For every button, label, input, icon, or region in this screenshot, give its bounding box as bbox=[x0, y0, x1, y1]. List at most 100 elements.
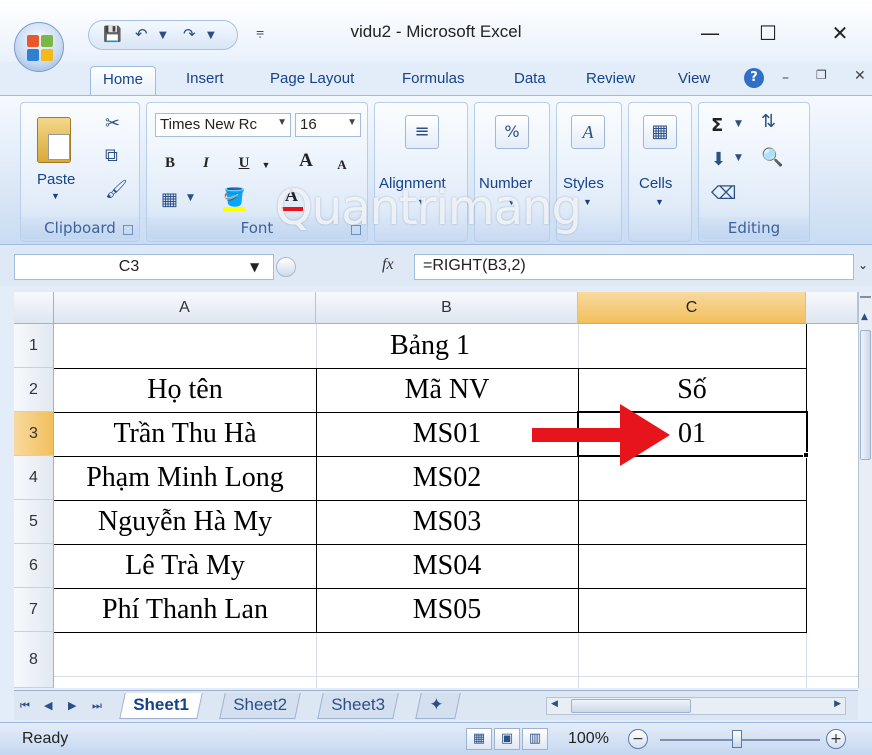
zoom-level[interactable]: 100% bbox=[568, 730, 609, 748]
formula-bar-handle-icon[interactable] bbox=[276, 257, 296, 277]
minimize-button[interactable]: — bbox=[690, 18, 730, 48]
zoom-out-icon[interactable]: − bbox=[628, 729, 648, 749]
ribbon-restore-icon[interactable]: ❐ bbox=[816, 68, 827, 82]
cell-b6[interactable]: MS04 bbox=[316, 544, 578, 588]
clear-icon[interactable]: ⌫ bbox=[711, 183, 736, 204]
horizontal-scroll-thumb[interactable] bbox=[571, 699, 691, 713]
zoom-slider-thumb[interactable] bbox=[732, 730, 742, 748]
scroll-up-icon[interactable]: ▲ bbox=[861, 312, 868, 322]
worksheet-grid[interactable]: A B C 1 2 3 4 5 6 7 8 Bảng 1 Họ tên Mã N… bbox=[14, 292, 858, 688]
row-header-5[interactable]: 5 bbox=[14, 500, 54, 544]
font-launcher-icon[interactable] bbox=[351, 225, 361, 235]
scroll-right-icon[interactable]: ▶ bbox=[834, 699, 841, 709]
cut-icon[interactable]: ✂ bbox=[105, 113, 120, 134]
row-header-7[interactable]: 7 bbox=[14, 588, 54, 632]
ribbon-minimize-icon[interactable]: – bbox=[782, 70, 789, 86]
column-header-a[interactable]: A bbox=[54, 292, 316, 324]
styles-button[interactable]: Styles bbox=[563, 175, 604, 192]
row-header-6[interactable]: 6 bbox=[14, 544, 54, 588]
close-button[interactable]: ✕ bbox=[820, 18, 860, 48]
cell-a3[interactable]: Trần Thu Hà bbox=[54, 412, 316, 456]
paste-icon[interactable] bbox=[37, 117, 71, 163]
prev-sheet-icon[interactable]: ◀ bbox=[44, 699, 52, 712]
fill-color-icon[interactable]: 🪣 bbox=[223, 187, 245, 208]
cell-a6[interactable]: Lê Trà My bbox=[54, 544, 316, 588]
alignment-dropdown-icon[interactable]: ▼ bbox=[417, 197, 426, 207]
vertical-scroll-thumb[interactable] bbox=[860, 330, 871, 460]
tab-page-layout[interactable]: Page Layout bbox=[270, 70, 354, 96]
row-header-8[interactable]: 8 bbox=[14, 632, 54, 688]
cell-b5[interactable]: MS03 bbox=[316, 500, 578, 544]
cells-button[interactable]: Cells bbox=[639, 175, 672, 192]
cell-a5[interactable]: Nguyễn Hà My bbox=[54, 500, 316, 544]
bold-button[interactable]: B bbox=[157, 151, 183, 175]
cells-dropdown-icon[interactable]: ▼ bbox=[655, 197, 664, 207]
zoom-in-icon[interactable]: + bbox=[826, 729, 846, 749]
font-name-combo[interactable]: Times New Rc ▼ bbox=[155, 113, 291, 137]
number-button[interactable]: Number bbox=[479, 175, 532, 192]
split-box-icon[interactable] bbox=[860, 296, 871, 310]
alignment-icon[interactable]: ≡ bbox=[405, 115, 439, 149]
autosum-dropdown-icon[interactable]: ▼ bbox=[735, 119, 742, 129]
paste-dropdown-icon[interactable]: ▼ bbox=[51, 191, 60, 201]
fill-handle[interactable] bbox=[803, 452, 809, 458]
insert-function-icon[interactable]: fx bbox=[382, 256, 394, 274]
cell-c6[interactable] bbox=[578, 544, 806, 588]
cell-a4[interactable]: Phạm Minh Long bbox=[54, 456, 316, 500]
column-header-b[interactable]: B bbox=[316, 292, 578, 324]
horizontal-scrollbar[interactable]: ◀ ▶ bbox=[546, 697, 846, 715]
tab-view[interactable]: View bbox=[678, 70, 710, 96]
shrink-font-button[interactable]: A bbox=[329, 153, 355, 177]
next-sheet-icon[interactable]: ▶ bbox=[68, 699, 76, 712]
column-header-c[interactable]: C bbox=[578, 292, 806, 324]
page-break-view-icon[interactable]: ▥ bbox=[522, 728, 548, 750]
styles-dropdown-icon[interactable]: ▼ bbox=[583, 197, 592, 207]
borders-dropdown-icon[interactable]: ▼ bbox=[187, 193, 194, 203]
name-box[interactable]: C3 bbox=[14, 254, 274, 280]
fill-dropdown-icon[interactable]: ▼ bbox=[735, 153, 742, 163]
sheet-tab-sheet2[interactable]: Sheet2 bbox=[219, 693, 301, 719]
number-dropdown-icon[interactable]: ▼ bbox=[507, 197, 516, 207]
page-layout-view-icon[interactable]: ▣ bbox=[494, 728, 520, 750]
normal-view-icon[interactable]: ▦ bbox=[466, 728, 492, 750]
clipboard-launcher-icon[interactable] bbox=[123, 225, 133, 235]
maximize-button[interactable]: ☐ bbox=[748, 18, 788, 48]
last-sheet-icon[interactable]: ⏭ bbox=[92, 699, 102, 713]
vertical-scrollbar[interactable]: ▲ bbox=[858, 292, 872, 688]
cell-a7[interactable]: Phí Thanh Lan bbox=[54, 588, 316, 632]
copy-icon[interactable]: ⧉ bbox=[105, 145, 118, 166]
number-format-icon[interactable]: % bbox=[495, 115, 529, 149]
autosum-icon[interactable]: Σ bbox=[711, 115, 723, 136]
cells-icon[interactable]: ▦ bbox=[643, 115, 677, 149]
expand-formula-bar-icon[interactable]: ⌄ bbox=[858, 258, 868, 272]
help-icon[interactable]: ? bbox=[744, 68, 764, 88]
grow-font-button[interactable]: A bbox=[293, 149, 319, 173]
styles-icon[interactable]: A bbox=[571, 115, 605, 149]
insert-sheet-tab[interactable]: ✦ bbox=[415, 693, 461, 719]
italic-button[interactable]: I bbox=[193, 151, 219, 175]
name-box-dropdown-icon[interactable]: ▼ bbox=[250, 260, 259, 274]
ribbon-close-icon[interactable]: ✕ bbox=[854, 68, 866, 84]
row-header-3[interactable]: 3 bbox=[14, 412, 54, 456]
borders-icon[interactable]: ▦ bbox=[161, 189, 178, 210]
sheet-tab-sheet1[interactable]: Sheet1 bbox=[119, 693, 203, 719]
find-select-icon[interactable]: 🔍 bbox=[761, 147, 783, 168]
tab-data[interactable]: Data bbox=[514, 70, 546, 96]
cell-c7[interactable] bbox=[578, 588, 806, 632]
underline-dropdown-icon[interactable]: ▼ bbox=[253, 153, 279, 177]
cell-a1-title[interactable]: Bảng 1 bbox=[54, 324, 806, 368]
tab-formulas[interactable]: Formulas bbox=[402, 70, 465, 96]
fill-icon[interactable]: ⬇ bbox=[711, 149, 726, 170]
tab-home[interactable]: Home bbox=[90, 66, 157, 96]
cell-a2[interactable]: Họ tên bbox=[54, 368, 316, 412]
sheet-tab-sheet3[interactable]: Sheet3 bbox=[317, 693, 399, 719]
alignment-button[interactable]: Alignment bbox=[379, 175, 446, 192]
paste-button[interactable]: Paste bbox=[37, 171, 75, 188]
first-sheet-icon[interactable]: ⏮ bbox=[20, 699, 30, 713]
tab-insert[interactable]: Insert bbox=[186, 70, 224, 96]
row-header-4[interactable]: 4 bbox=[14, 456, 54, 500]
font-size-combo[interactable]: 16 ▼ bbox=[295, 113, 361, 137]
tab-review[interactable]: Review bbox=[586, 70, 635, 96]
font-color-icon[interactable]: A bbox=[285, 185, 298, 206]
cell-c5[interactable] bbox=[578, 500, 806, 544]
